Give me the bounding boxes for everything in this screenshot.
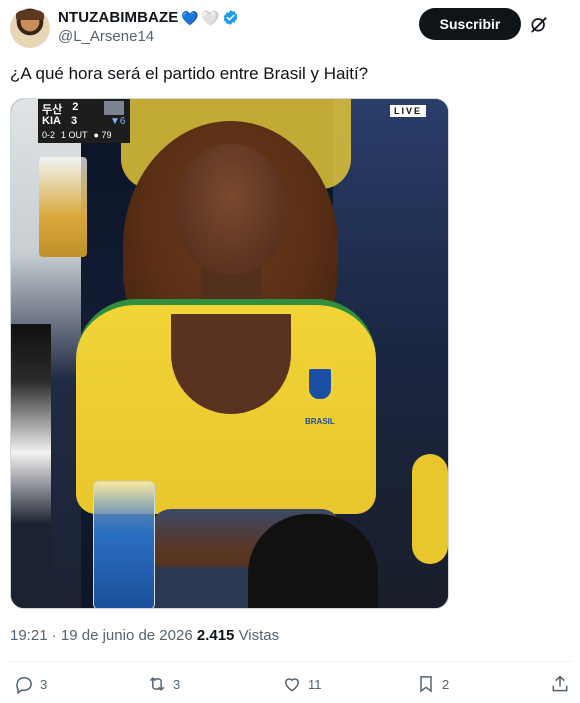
repost-count: 3: [173, 676, 181, 692]
tweet-text: ¿A qué hora será el partido entre Brasil…: [10, 64, 369, 83]
beer-cup: [93, 481, 155, 608]
divider: [10, 661, 572, 662]
user-handle[interactable]: @L_Arsene14: [58, 28, 239, 45]
repost-icon: [149, 677, 165, 691]
repost-button[interactable]: 3: [147, 674, 180, 694]
white-heart-icon: 🤍: [201, 9, 220, 26]
like-button[interactable]: 11: [282, 674, 322, 694]
cbf-crest-icon: [307, 367, 333, 401]
views-label: Vistas: [238, 627, 280, 644]
display-name[interactable]: NTUZABIMBAZE 💙 🤍: [58, 9, 239, 26]
subscribe-button[interactable]: Suscribir: [419, 8, 521, 40]
tweet-photo[interactable]: BRASIL 두산 2 KIA 3 ▼6 0-2 1 OUT ● 79 LIVE: [10, 98, 449, 609]
grok-icon[interactable]: [529, 14, 549, 34]
reply-icon: [16, 677, 32, 694]
beer-glass: [39, 157, 87, 257]
yellow-thunderstick: [412, 454, 448, 564]
team2-score: 3: [70, 115, 78, 127]
action-bar: 3 3 11 2: [14, 674, 570, 698]
meta-separator: ·: [47, 627, 61, 644]
views-count: 2.415: [196, 627, 235, 644]
team2-name: KIA: [42, 115, 61, 127]
bookmark-button[interactable]: 2: [416, 674, 449, 694]
bookmark-icon: [420, 676, 432, 693]
bookmark-count: 2: [442, 676, 450, 692]
ball-strike-count: 0-2: [42, 130, 56, 140]
user-info: NTUZABIMBAZE 💙 🤍 @L_Arsene14: [58, 9, 239, 45]
reply-count: 3: [40, 676, 48, 692]
woman-face: [176, 144, 286, 274]
pitch-count: ● 79: [93, 130, 112, 140]
avatar[interactable]: [10, 8, 50, 48]
outs: 1 OUT: [61, 130, 88, 140]
inning: ▼6: [110, 116, 126, 127]
live-badge: LIVE: [389, 105, 426, 117]
like-count: 11: [308, 676, 322, 692]
spectator-left: [11, 324, 51, 608]
blue-heart-icon: 💙: [181, 9, 199, 26]
heart-icon: [284, 678, 300, 692]
display-name-text[interactable]: NTUZABIMBAZE: [58, 9, 178, 26]
scorebug: 두산 2 KIA 3 ▼6 0-2 1 OUT ● 79: [38, 99, 130, 143]
tweet-date[interactable]: 19 de junio de 2026: [61, 627, 193, 644]
share-button[interactable]: [550, 674, 570, 694]
tweet-header: NTUZABIMBAZE 💙 🤍 @L_Arsene14 Suscribir: [10, 8, 570, 48]
tweet-time[interactable]: 19:21: [10, 627, 48, 644]
tweet-meta: 19:21 · 19 de junio de 2026 2.415 Vistas: [10, 627, 279, 644]
crest-text: BRASIL: [305, 417, 335, 426]
reply-button[interactable]: 3: [14, 674, 47, 694]
share-icon: [552, 675, 568, 692]
bases-diamond-icon: [104, 101, 124, 115]
verified-badge-icon: [224, 10, 238, 25]
